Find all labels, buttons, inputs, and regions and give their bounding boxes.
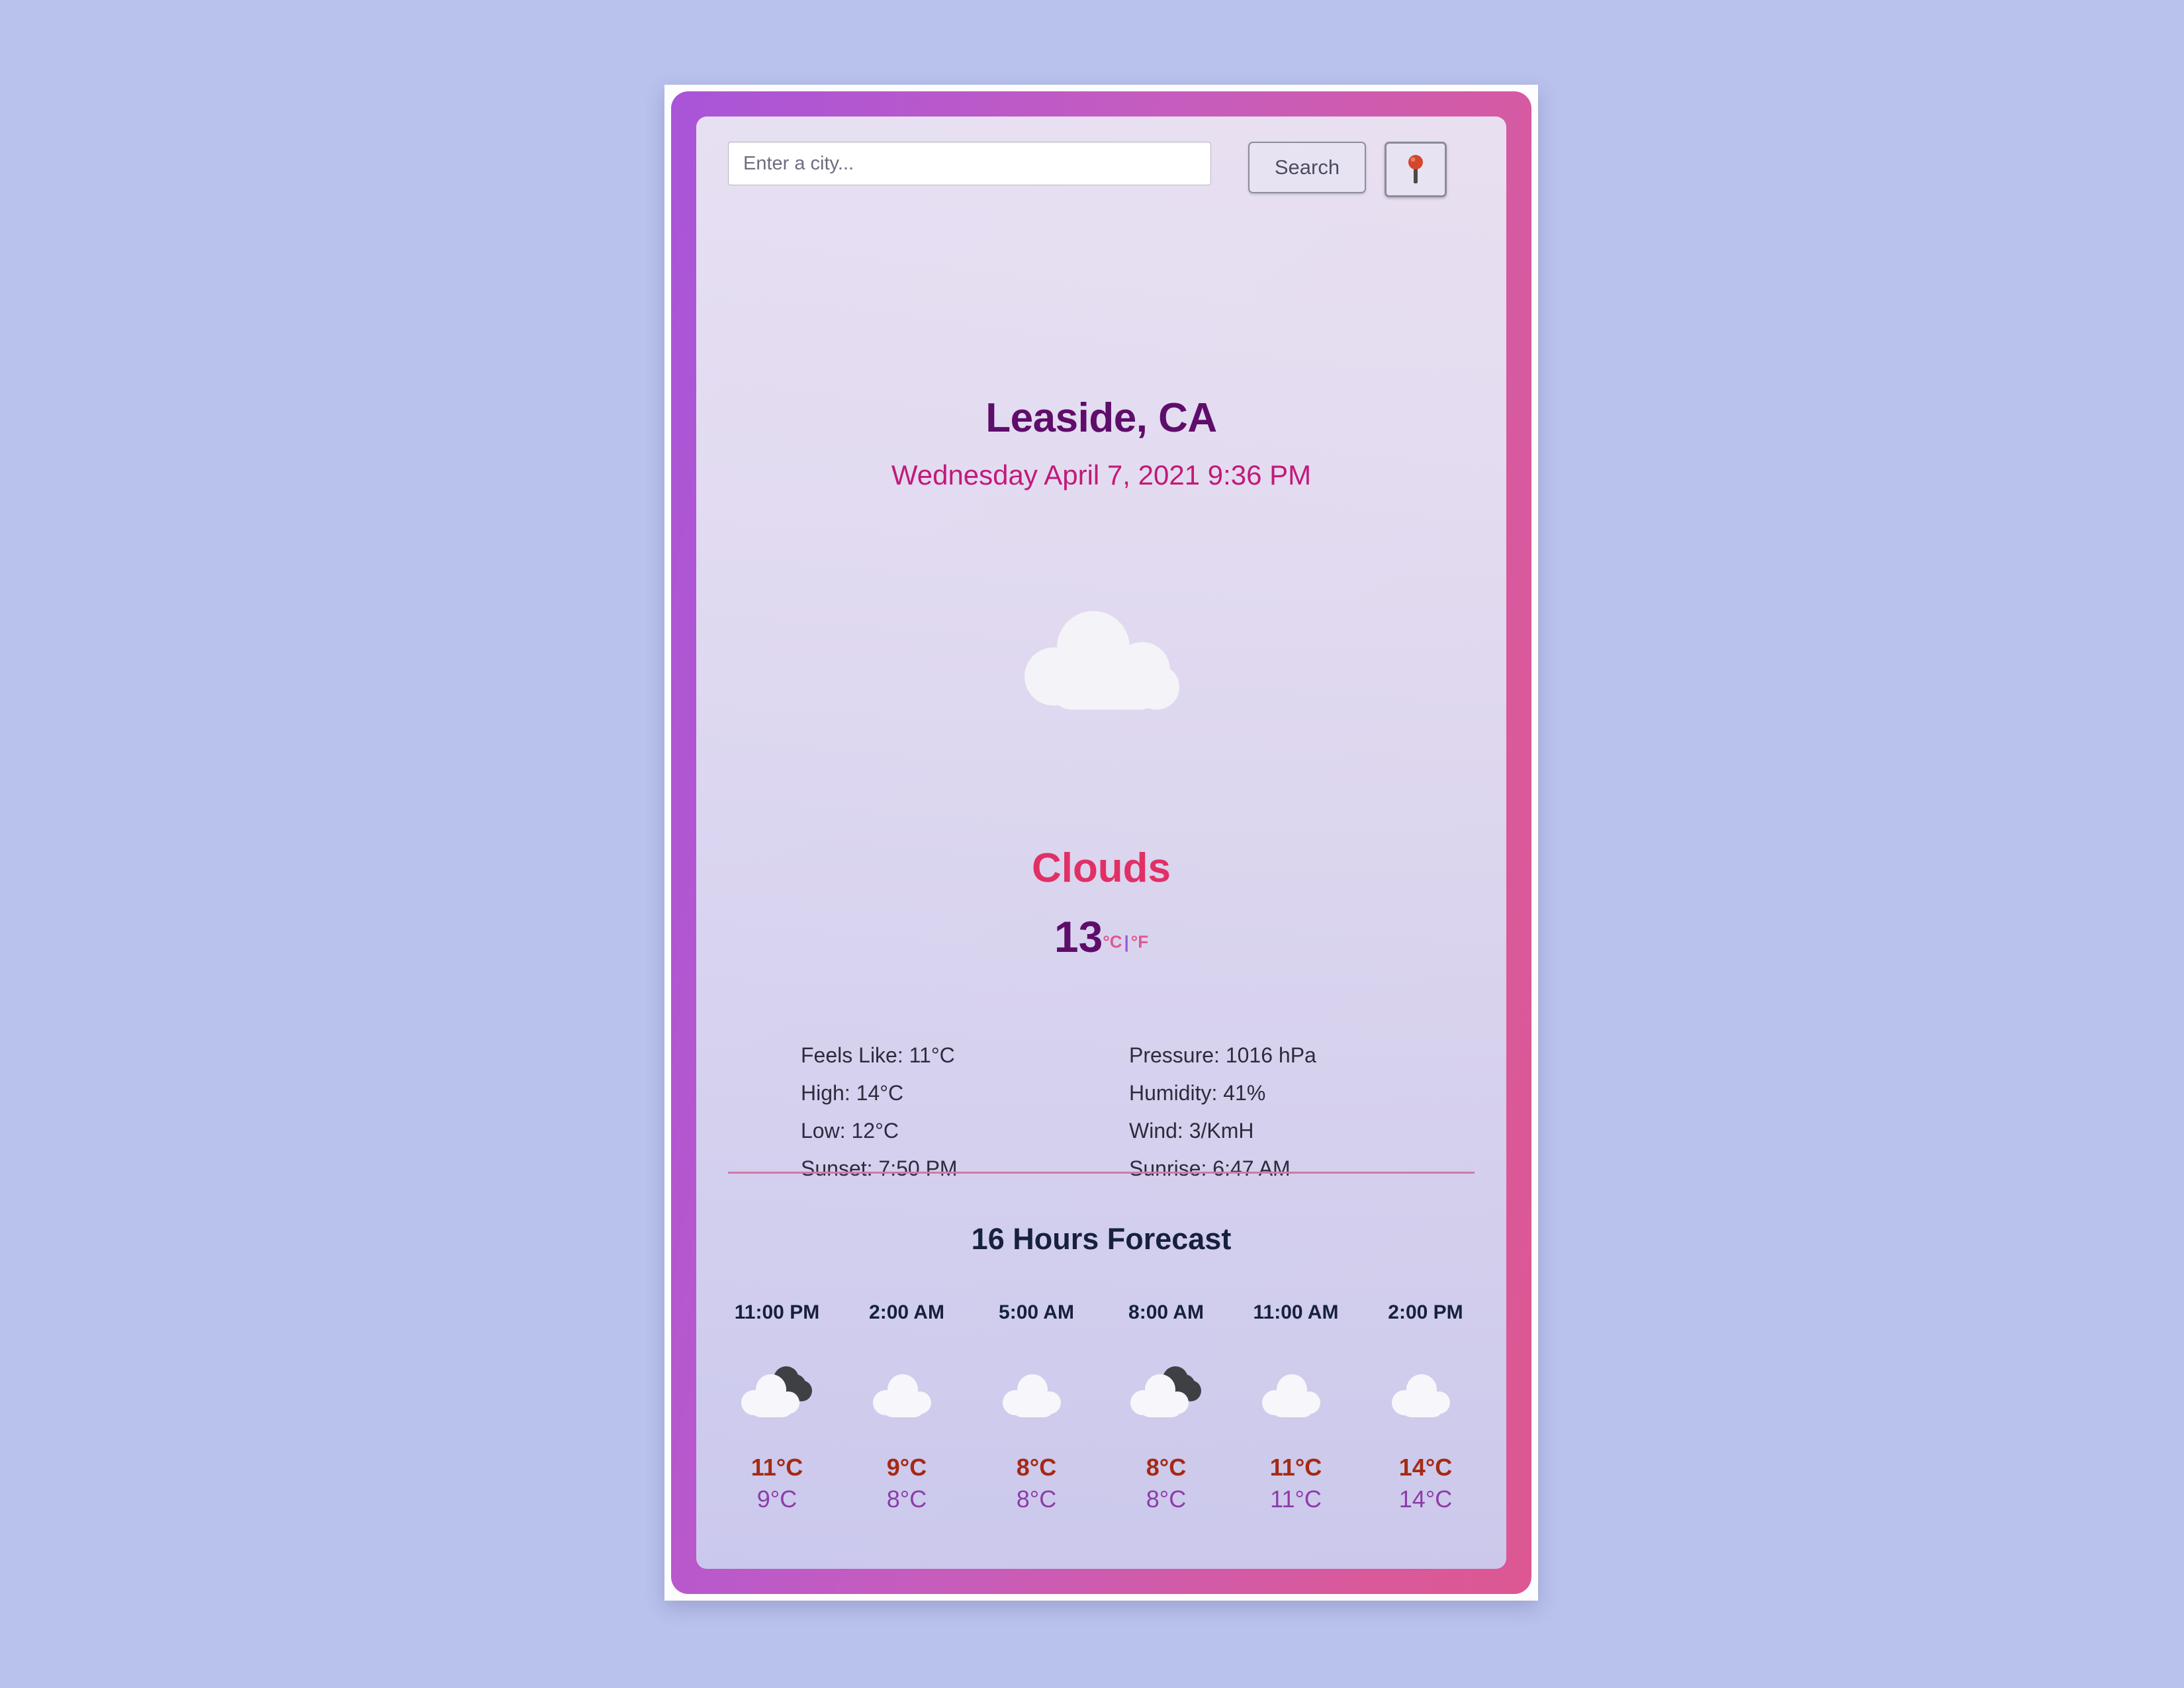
forecast-time: 2:00 AM (869, 1301, 944, 1323)
detail-feels-like: Feels Like: 11°C (801, 1043, 955, 1067)
app-window: Search Leaside, CA Wednesday April 7, 20… (664, 85, 1538, 1601)
forecast-high: 11°C (1269, 1454, 1322, 1481)
forecast-time: 5:00 AM (999, 1301, 1074, 1323)
forecast-item: 11:00 AM 11°C 11°C (1231, 1301, 1361, 1513)
cloud-icon (1231, 1358, 1361, 1431)
search-button[interactable]: Search (1248, 142, 1366, 193)
location-title: Leaside, CA (985, 395, 1217, 441)
forecast-high: 9°C (886, 1454, 927, 1481)
cloud-icon (842, 1358, 972, 1431)
details-column-right: Pressure: 1016 hPa Humidity: 41% Wind: 3… (1101, 1037, 1443, 1188)
weather-details: Feels Like: 11°C High: 14°C Low: 12°C Su… (760, 1037, 1443, 1188)
broken-clouds-icon (712, 1358, 842, 1431)
unit-separator: | (1124, 931, 1129, 952)
forecast-heading: 16 Hours Forecast (971, 1222, 1232, 1256)
geolocation-button[interactable] (1385, 142, 1447, 197)
forecast-high: 11°C (751, 1454, 803, 1481)
temperature-row: 13°C | °F (696, 915, 1506, 959)
forecast-low: 8°C (1146, 1485, 1187, 1513)
celsius-toggle[interactable]: °C (1103, 932, 1122, 952)
forecast-item: 11:00 PM 11°C 9°C (712, 1301, 842, 1513)
forecast-low: 8°C (886, 1485, 927, 1513)
forecast-item: 2:00 AM 9°C 8°C (842, 1301, 972, 1513)
forecast-item: 8:00 AM 8°C 8°C (1101, 1301, 1231, 1513)
search-bar: Search (728, 142, 1475, 201)
fahrenheit-toggle[interactable]: °F (1131, 932, 1148, 952)
detail-high: High: 14°C (801, 1081, 904, 1105)
broken-clouds-icon (1101, 1358, 1231, 1431)
forecast-time: 11:00 PM (734, 1301, 820, 1323)
forecast-time: 11:00 AM (1253, 1301, 1339, 1323)
forecast-low: 14°C (1398, 1485, 1453, 1513)
detail-sunrise: Sunrise: 6:47 AM (1129, 1156, 1291, 1180)
cloud-icon (972, 1358, 1101, 1431)
forecast-time: 2:00 PM (1388, 1301, 1463, 1323)
forecast-time: 8:00 AM (1128, 1301, 1204, 1323)
round-pushpin-icon (1406, 154, 1426, 185)
forecast-low: 11°C (1270, 1485, 1322, 1513)
detail-wind: Wind: 3/KmH (1129, 1119, 1254, 1143)
city-search-input[interactable] (728, 142, 1211, 185)
current-weather-icon-wrap (696, 600, 1506, 722)
cloud-icon (1361, 1358, 1490, 1431)
detail-sunset: Sunset: 7:50 PM (801, 1156, 958, 1180)
weather-card-panel: Search Leaside, CA Wednesday April 7, 20… (696, 117, 1506, 1569)
forecast-low: 8°C (1016, 1485, 1057, 1513)
cloud-icon (1013, 600, 1190, 722)
forecast-high: 8°C (1146, 1454, 1187, 1481)
detail-low: Low: 12°C (801, 1119, 899, 1143)
forecast-item: 5:00 AM 8°C 8°C (972, 1301, 1101, 1513)
forecast-low: 9°C (756, 1485, 797, 1513)
forecast-list: 11:00 PM 11°C 9°C 2:00 AM 9°C 8°C 5:00 A… (712, 1301, 1490, 1513)
section-divider (728, 1172, 1475, 1174)
weather-condition: Clouds (1031, 845, 1171, 891)
forecast-item: 2:00 PM 14°C 14°C (1361, 1301, 1490, 1513)
forecast-high: 8°C (1016, 1454, 1057, 1481)
detail-pressure: Pressure: 1016 hPa (1129, 1043, 1316, 1067)
forecast-high: 14°C (1398, 1454, 1453, 1481)
temperature-value: 13 (1054, 912, 1103, 961)
detail-humidity: Humidity: 41% (1129, 1081, 1266, 1105)
details-column-left: Feels Like: 11°C High: 14°C Low: 12°C Su… (760, 1037, 1101, 1188)
weather-card-gradient-border: Search Leaside, CA Wednesday April 7, 20… (671, 91, 1531, 1594)
current-datetime: Wednesday April 7, 2021 9:36 PM (891, 459, 1312, 491)
